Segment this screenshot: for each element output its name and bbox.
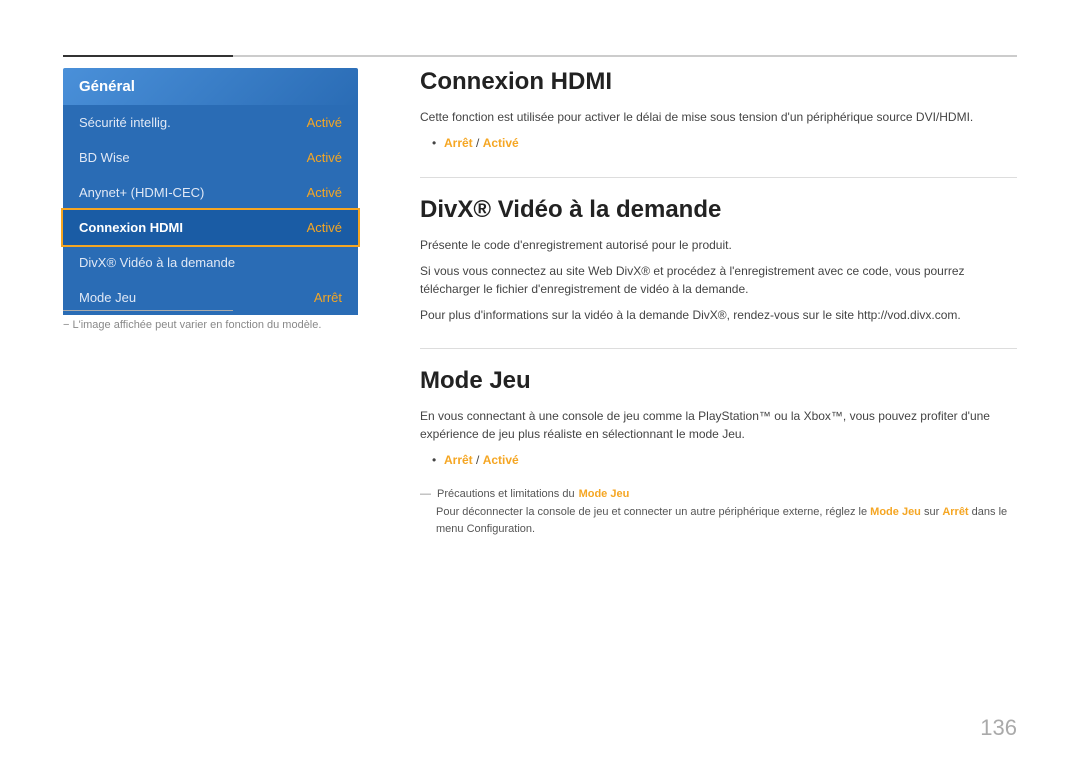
modejeu-precautions-text: Précautions et limitations du bbox=[437, 488, 575, 500]
sidebar-item-bdwise[interactable]: BD Wise Activé bbox=[63, 140, 358, 175]
modejeu-note-body: Pour déconnecter la console de jeu et co… bbox=[420, 504, 1017, 537]
modejeu-bullet-item: Arrêt / Activé bbox=[432, 451, 1017, 470]
modejeu-desc1: En vous connectant à une console de jeu … bbox=[420, 407, 1017, 443]
sidebar-item-divx-label: DivX® Vidéo à la demande bbox=[79, 255, 235, 270]
sidebar-note: − L'image affichée peut varier en foncti… bbox=[63, 310, 358, 331]
hdmi-separator: / bbox=[476, 136, 483, 150]
sidebar-item-anynet[interactable]: Anynet+ (HDMI-CEC) Activé bbox=[63, 175, 358, 210]
modejeu-bullet-list: Arrêt / Activé bbox=[420, 451, 1017, 470]
sidebar-item-divx[interactable]: DivX® Vidéo à la demande bbox=[63, 245, 358, 280]
divx-desc2: Si vous vous connectez au site Web DivX®… bbox=[420, 262, 1017, 298]
sidebar-item-hdmi[interactable]: Connexion HDMI Activé bbox=[63, 210, 358, 245]
sidebar: Général Sécurité intellig. Activé BD Wis… bbox=[63, 68, 358, 315]
sidebar-note-divider bbox=[63, 310, 233, 311]
modejeu-keyword3: Arrêt bbox=[942, 506, 968, 518]
modejeu-note-label: Précautions et limitations du Mode Jeu bbox=[420, 488, 1017, 500]
section-divx: DivX® Vidéo à la demande Présente le cod… bbox=[420, 196, 1017, 324]
hdmi-arret: Arrêt bbox=[444, 136, 473, 150]
sidebar-note-text: − L'image affichée peut varier en foncti… bbox=[63, 319, 358, 331]
sidebar-item-hdmi-value: Activé bbox=[307, 220, 342, 235]
hdmi-bullet-list: Arrêt / Activé bbox=[420, 134, 1017, 153]
divider-1 bbox=[420, 177, 1017, 178]
sidebar-item-modejeu-label: Mode Jeu bbox=[79, 290, 136, 305]
modejeu-arret: Arrêt bbox=[444, 453, 473, 467]
divx-title: DivX® Vidéo à la demande bbox=[420, 196, 1017, 224]
modejeu-keyword: Mode Jeu bbox=[579, 488, 630, 500]
sidebar-item-bdwise-value: Activé bbox=[307, 150, 342, 165]
sidebar-item-hdmi-label: Connexion HDMI bbox=[79, 220, 183, 235]
modejeu-title: Mode Jeu bbox=[420, 367, 1017, 395]
sidebar-item-bdwise-label: BD Wise bbox=[79, 150, 130, 165]
divx-desc3: Pour plus d'informations sur la vidéo à … bbox=[420, 306, 1017, 324]
sidebar-item-anynet-value: Activé bbox=[307, 185, 342, 200]
section-hdmi: Connexion HDMI Cette fonction est utilis… bbox=[420, 68, 1017, 153]
section-modejeu: Mode Jeu En vous connectant à une consol… bbox=[420, 367, 1017, 537]
modejeu-keyword2: Mode Jeu bbox=[870, 506, 921, 518]
sidebar-item-securite-value: Activé bbox=[307, 115, 342, 130]
top-border bbox=[63, 55, 1017, 57]
divx-desc1: Présente le code d'enregistrement autori… bbox=[420, 236, 1017, 254]
page-number: 136 bbox=[980, 715, 1017, 741]
sidebar-item-anynet-label: Anynet+ (HDMI-CEC) bbox=[79, 185, 204, 200]
modejeu-active: Activé bbox=[483, 453, 519, 467]
hdmi-desc: Cette fonction est utilisée pour activer… bbox=[420, 108, 1017, 126]
modejeu-note-text: Pour déconnecter la console de jeu et co… bbox=[436, 504, 1017, 537]
sidebar-item-modejeu-value: Arrêt bbox=[314, 290, 342, 305]
hdmi-bullet-item: Arrêt / Activé bbox=[432, 134, 1017, 153]
sidebar-item-securite[interactable]: Sécurité intellig. Activé bbox=[63, 105, 358, 140]
divider-2 bbox=[420, 348, 1017, 349]
sidebar-item-securite-label: Sécurité intellig. bbox=[79, 115, 171, 130]
modejeu-separator: / bbox=[476, 453, 483, 467]
hdmi-active: Activé bbox=[483, 136, 519, 150]
hdmi-title: Connexion HDMI bbox=[420, 68, 1017, 96]
main-content: Connexion HDMI Cette fonction est utilis… bbox=[420, 68, 1017, 561]
sidebar-header: Général bbox=[63, 68, 358, 105]
